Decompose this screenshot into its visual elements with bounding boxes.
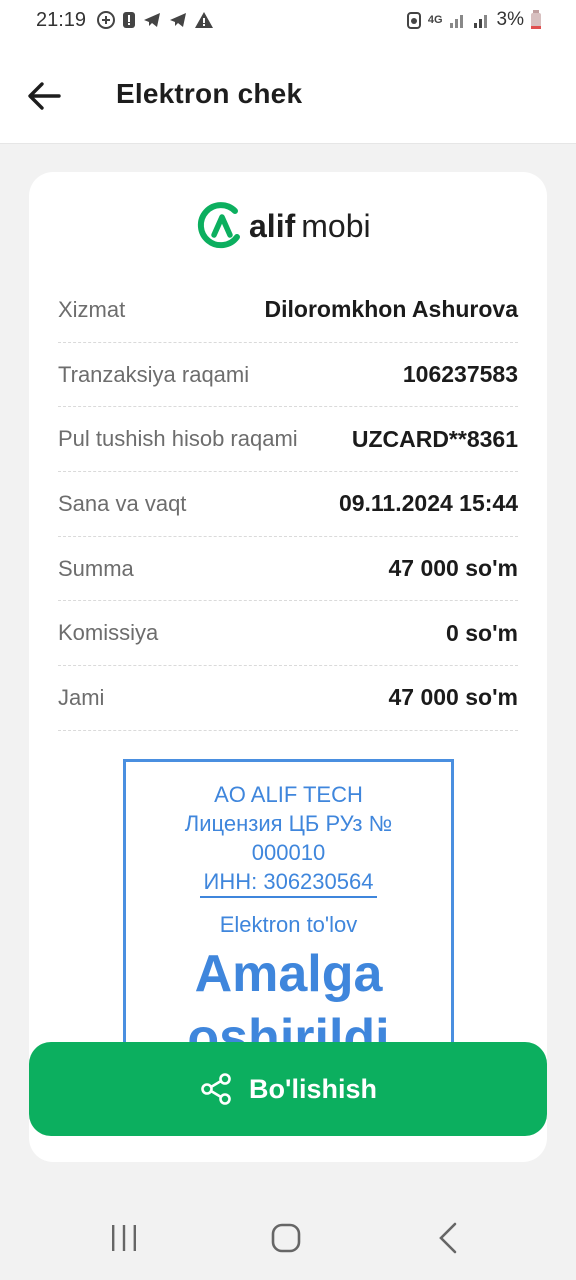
stamp-inn: ИНН: 306230564 — [199, 867, 378, 898]
status-time: 21:19 — [36, 9, 87, 31]
status-bar: 21:19 4G 3% — [0, 0, 576, 44]
payment-stamp: AO ALIF TECH Лицензия ЦБ РУз № 000010 ИН… — [123, 759, 454, 1079]
telegram-icon — [170, 13, 186, 27]
logo-sub: mobi — [301, 207, 371, 244]
home-icon — [271, 1223, 301, 1253]
detail-row-amount: Summa 47 000 so'm — [58, 537, 518, 602]
detail-label: Xizmat — [58, 296, 126, 322]
detail-value: UZCARD**8361 — [351, 425, 518, 452]
battery-saver-icon — [406, 12, 421, 29]
alif-mobi-logo: alif mobi — [197, 198, 371, 254]
battery-icon — [531, 10, 541, 29]
detail-row-total: Jami 47 000 so'm — [58, 666, 518, 731]
share-button[interactable]: Bo'lishish — [29, 1042, 547, 1136]
stamp-type: Elektron to'lov — [219, 912, 358, 937]
detail-label: Tranzaksiya raqami — [58, 361, 250, 387]
alert-icon — [123, 12, 135, 28]
detail-row-service: Xizmat Diloromkhon Ashurova — [58, 278, 518, 343]
detail-label: Summa — [58, 555, 134, 581]
navigation-bar — [0, 1196, 576, 1280]
back-button[interactable] — [22, 74, 66, 118]
detail-label: Pul tushish hisob raqami — [58, 426, 298, 452]
battery-percent: 3% — [496, 9, 524, 30]
detail-value: 106237583 — [402, 361, 518, 388]
app-header: Elektron chek — [0, 44, 576, 144]
messenger-icon — [97, 11, 115, 29]
recent-apps-button[interactable] — [94, 1216, 154, 1260]
detail-value: Diloromkhon Ashurova — [264, 296, 518, 323]
stamp-company: AO ALIF TECH — [214, 782, 363, 807]
detail-label: Komissiya — [58, 620, 159, 646]
detail-value: 0 so'm — [446, 619, 518, 646]
detail-value: 47 000 so'm — [388, 555, 519, 582]
recent-apps-icon — [112, 1225, 136, 1251]
logo-text: alif mobi — [249, 208, 371, 245]
receipt-details: Xizmat Diloromkhon Ashurova Tranzaksiya … — [58, 278, 518, 731]
telegram-icon — [144, 13, 160, 27]
arrow-left-icon — [28, 82, 61, 110]
share-icon — [201, 1073, 231, 1105]
receipt-card: alif mobi Xizmat Diloromkhon Ashurova Tr… — [29, 172, 547, 1162]
signal-icon — [449, 15, 463, 28]
system-icons: 4G 3% — [406, 9, 542, 31]
detail-row-datetime: Sana va vaqt 09.11.2024 15:44 — [58, 472, 518, 537]
detail-row-account: Pul tushish hisob raqami UZCARD**8361 — [58, 407, 518, 473]
detail-row-commission: Komissiya 0 so'm — [58, 601, 518, 667]
home-button[interactable] — [256, 1216, 316, 1260]
page-title: Elektron chek — [116, 78, 303, 109]
stamp-license: Лицензия ЦБ РУз № — [184, 811, 393, 836]
logo-brand: alif — [249, 207, 296, 244]
back-nav-button[interactable] — [418, 1216, 478, 1260]
notification-icons — [96, 10, 214, 30]
detail-value: 47 000 so'm — [388, 684, 519, 711]
signal-icon — [473, 15, 487, 28]
stamp-status-line1: Amalga — [194, 945, 383, 1003]
warning-icon — [195, 12, 213, 28]
stamp-license-number: 000010 — [251, 840, 326, 865]
back-chevron-icon — [439, 1222, 457, 1254]
network-4g-icon: 4G — [427, 14, 443, 26]
detail-label: Sana va vaqt — [58, 490, 187, 516]
detail-value: 09.11.2024 15:44 — [338, 490, 518, 517]
alif-logo-icon — [197, 202, 240, 249]
detail-row-transaction: Tranzaksiya raqami 106237583 — [58, 343, 518, 408]
share-label: Bo'lishish — [249, 1073, 377, 1104]
detail-label: Jami — [58, 684, 105, 710]
